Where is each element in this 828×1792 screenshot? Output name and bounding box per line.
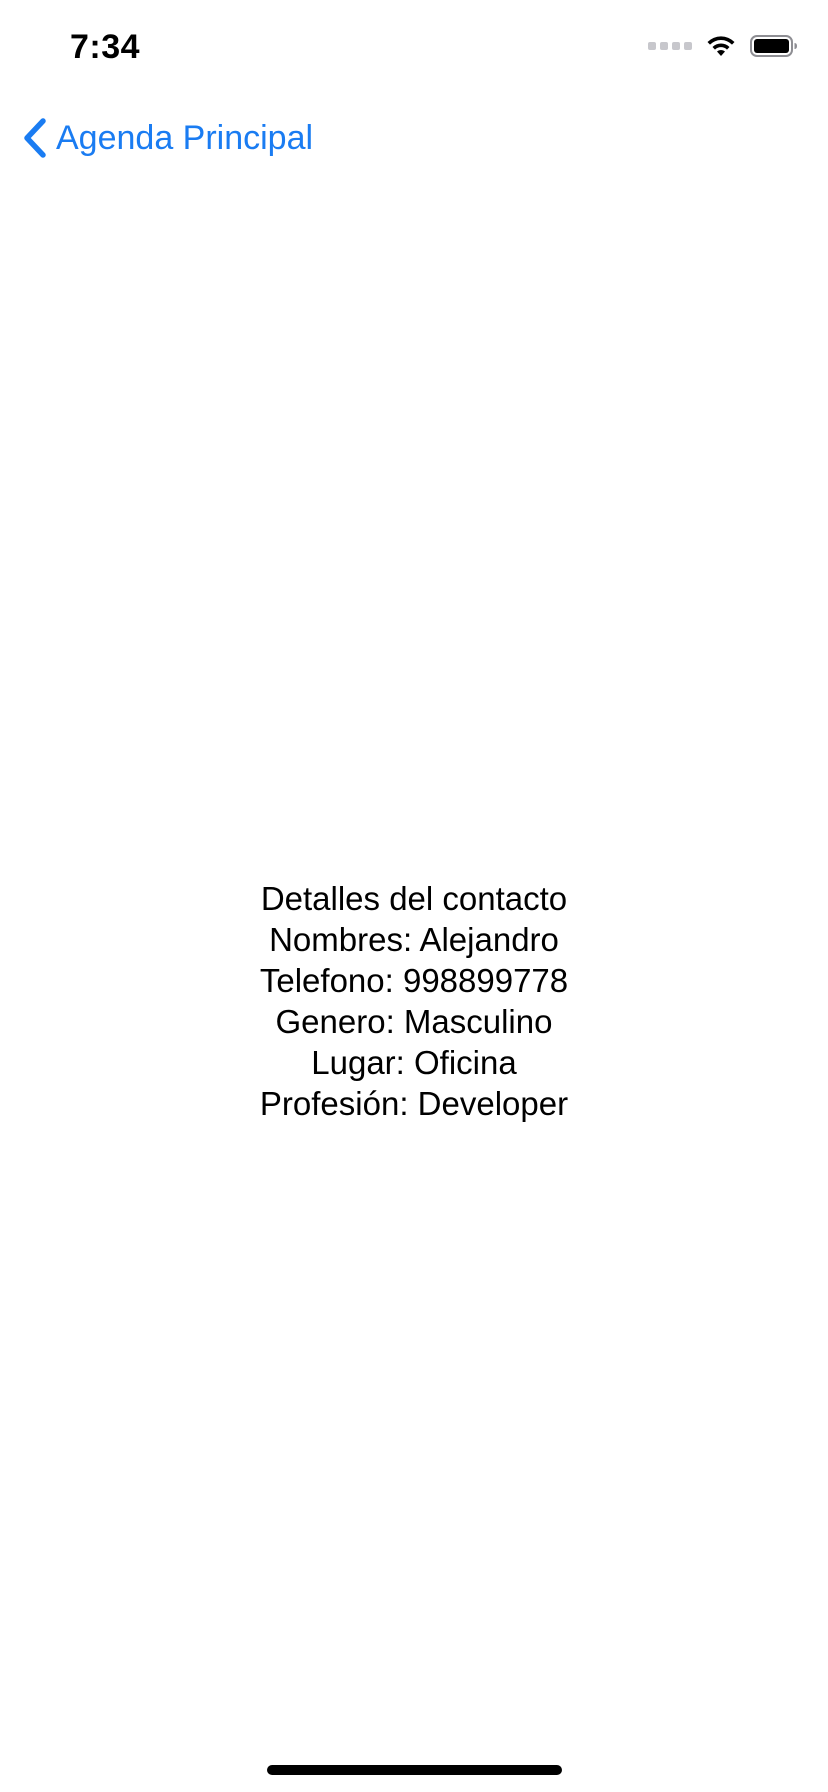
contact-details: Detalles del contacto Nombres: Alejandro… xyxy=(0,878,828,1124)
wifi-icon xyxy=(707,36,735,56)
contact-name: Nombres: Alejandro xyxy=(269,921,559,958)
contact-place: Lugar: Oficina xyxy=(311,1044,517,1081)
status-icons xyxy=(648,34,798,58)
status-time: 7:34 xyxy=(70,28,141,66)
status-bar: 7:34 xyxy=(0,0,828,100)
contact-phone: Telefono: 998899778 xyxy=(259,962,569,999)
chevron-left-icon xyxy=(24,118,46,158)
contact-profession: Profesión: Developer xyxy=(259,1085,569,1122)
cellular-signal-icon xyxy=(648,42,692,50)
contact-gender: Genero: Masculino xyxy=(275,1003,553,1040)
battery-icon xyxy=(750,35,797,57)
back-button-label: Agenda Principal xyxy=(56,118,314,157)
home-indicator[interactable] xyxy=(267,1765,562,1775)
contact-details-heading: Detalles del contacto xyxy=(260,880,568,917)
navigation-bar: Agenda Principal xyxy=(0,100,828,188)
back-button[interactable]: Agenda Principal xyxy=(22,108,313,168)
